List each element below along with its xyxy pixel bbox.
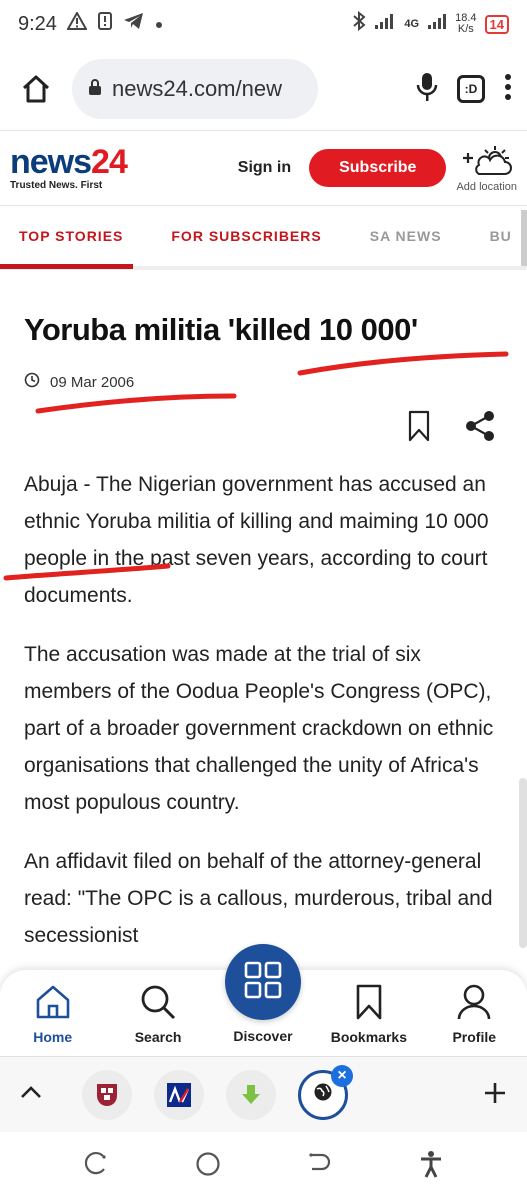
nav-bookmarks[interactable]: Bookmarks: [324, 984, 414, 1056]
tab-sa-news[interactable]: SA NEWS: [370, 228, 466, 244]
subscribe-button[interactable]: Subscribe: [309, 149, 447, 187]
tab-favicon-download[interactable]: [226, 1069, 276, 1120]
tab-switcher-button[interactable]: :D: [457, 75, 485, 103]
bluetooth-icon: [352, 10, 366, 37]
grid-icon: [244, 961, 282, 1004]
status-time: 9:24: [18, 12, 57, 35]
sign-in-link[interactable]: Sign in: [238, 159, 291, 177]
add-location-button[interactable]: Add location: [456, 144, 517, 193]
page-scrollbar[interactable]: [519, 778, 527, 948]
tab-favicon-shield[interactable]: [82, 1069, 132, 1120]
nav-search[interactable]: Search: [113, 984, 203, 1056]
globe-icon: [313, 1082, 333, 1107]
battery-indicator: 14: [484, 14, 509, 34]
network-speed: 18.4 K/s: [455, 12, 477, 35]
profile-icon: [456, 984, 492, 1023]
tabs-scroll-indicator: [521, 210, 527, 266]
weather-cloud-sun-icon: [459, 144, 515, 181]
browser-tab-strip: ×: [0, 1056, 527, 1132]
active-tab-indicator: [0, 264, 133, 269]
tab-active-globe[interactable]: ×: [298, 1064, 353, 1120]
article-actions: [407, 410, 495, 447]
home-circle-icon[interactable]: [195, 1151, 221, 1182]
chevron-up-icon[interactable]: [20, 1085, 42, 1104]
new-tab-icon[interactable]: [483, 1076, 507, 1113]
close-tab-icon[interactable]: ×: [331, 1064, 353, 1087]
tab-favicon-axa[interactable]: [154, 1069, 204, 1120]
home-icon: [34, 984, 72, 1023]
add-location-label: Add location: [456, 180, 517, 193]
tab-top-stories[interactable]: TOP STORIES: [19, 228, 147, 244]
site-header: news24 Trusted News. First Sign in Subsc…: [0, 130, 527, 206]
article-date: 09 Mar 2006: [24, 372, 134, 392]
status-bar: 9:24 4G 18.4 K/s 14: [0, 0, 527, 48]
search-icon: [139, 984, 177, 1023]
share-icon[interactable]: [465, 410, 495, 447]
browser-toolbar: news24.com/new :D: [0, 48, 527, 130]
sim-alert-icon: [97, 11, 113, 37]
logo-tagline: Trusted News. First: [10, 180, 103, 191]
network-type: 4G: [404, 18, 420, 30]
url-text: news24.com/new: [112, 76, 282, 101]
nav-profile[interactable]: Profile: [429, 984, 519, 1056]
discover-button[interactable]: [225, 944, 301, 1020]
warning-icon: [66, 10, 88, 36]
nav-home[interactable]: Home: [8, 984, 98, 1056]
tab-for-subscribers[interactable]: FOR SUBSCRIBERS: [171, 228, 345, 244]
home-icon[interactable]: [14, 67, 58, 111]
section-tabs: TOP STORIES FOR SUBSCRIBERS SA NEWS BU: [0, 206, 527, 270]
accessibility-icon[interactable]: [418, 1150, 444, 1183]
back-icon[interactable]: [306, 1151, 332, 1182]
notification-dot-icon: [155, 13, 163, 35]
discover-label[interactable]: Discover: [213, 1028, 313, 1044]
system-nav-bar: [0, 1132, 527, 1200]
news24-logo[interactable]: news24 Trusted News. First: [10, 145, 128, 191]
url-bar[interactable]: news24.com/new: [72, 59, 318, 119]
article-body: Abuja - The Nigerian government has accu…: [24, 466, 504, 976]
article-paragraph: The accusation was made at the trial of …: [24, 643, 494, 814]
microphone-icon[interactable]: [415, 71, 439, 108]
recents-icon[interactable]: [83, 1151, 109, 1182]
date-text: 09 Mar 2006: [50, 373, 135, 391]
article-paragraph: An affidavit filed on behalf of the atto…: [24, 850, 493, 947]
article-headline: Yoruba militia 'killed 10 000': [24, 312, 418, 347]
bookmark-icon[interactable]: [407, 410, 431, 447]
telegram-icon: [123, 12, 145, 36]
lock-icon: [88, 76, 102, 102]
bookmark-icon: [354, 984, 384, 1023]
signal-icon: [374, 12, 396, 36]
clock-icon: [24, 372, 40, 392]
article-paragraph: Abuja - The Nigerian government has accu…: [24, 473, 489, 607]
signal-icon-2: [427, 12, 447, 36]
more-menu-icon[interactable]: [503, 73, 513, 106]
